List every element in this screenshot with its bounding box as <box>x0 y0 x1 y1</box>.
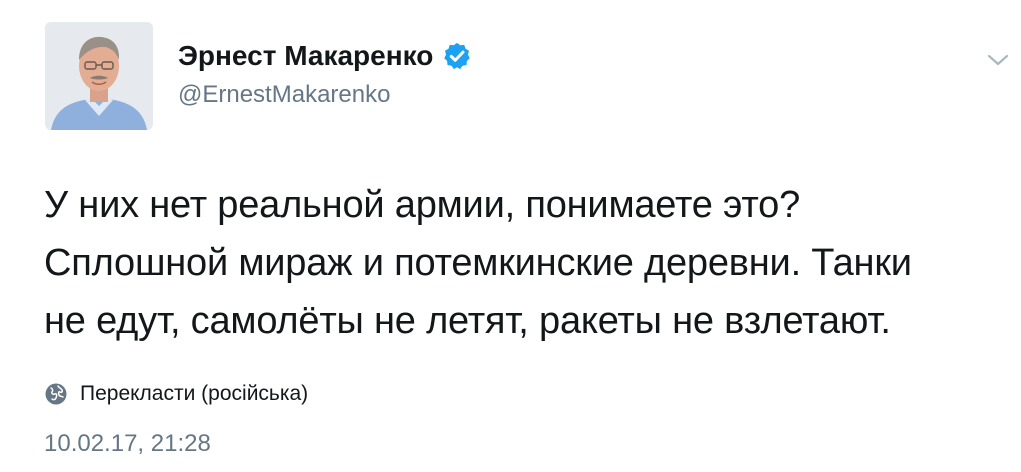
tweet-text-line: Сплошной мираж и потемкинские деревни. Т… <box>44 242 912 284</box>
author-display-name[interactable]: Эрнест Макаренко <box>178 40 433 72</box>
translate-label: Перекласти (російська) <box>80 382 309 405</box>
author-handle[interactable]: @ErnestMakarenko <box>178 81 390 109</box>
verified-badge-icon <box>442 41 472 71</box>
avatar[interactable] <box>45 22 153 130</box>
tweet-text-line: не едут, самолёты не летят, ракеты не вз… <box>44 300 891 342</box>
tweet-card: Эрнест Макаренко @ErnestMakarenko У них … <box>0 0 1021 472</box>
globe-icon <box>44 382 68 406</box>
tweet-text-line: У них нет реальной армии, понимаете это? <box>44 184 801 226</box>
tweet-text: У них нет реальной армии, понимаете это?… <box>44 176 1004 350</box>
chevron-down-icon[interactable] <box>985 50 1011 70</box>
translate-button[interactable]: Перекласти (російська) <box>44 382 308 406</box>
tweet-timestamp[interactable]: 10.02.17, 21:28 <box>44 430 211 458</box>
profile-photo <box>45 22 153 130</box>
author-name-row: Эрнест Макаренко <box>178 40 472 72</box>
